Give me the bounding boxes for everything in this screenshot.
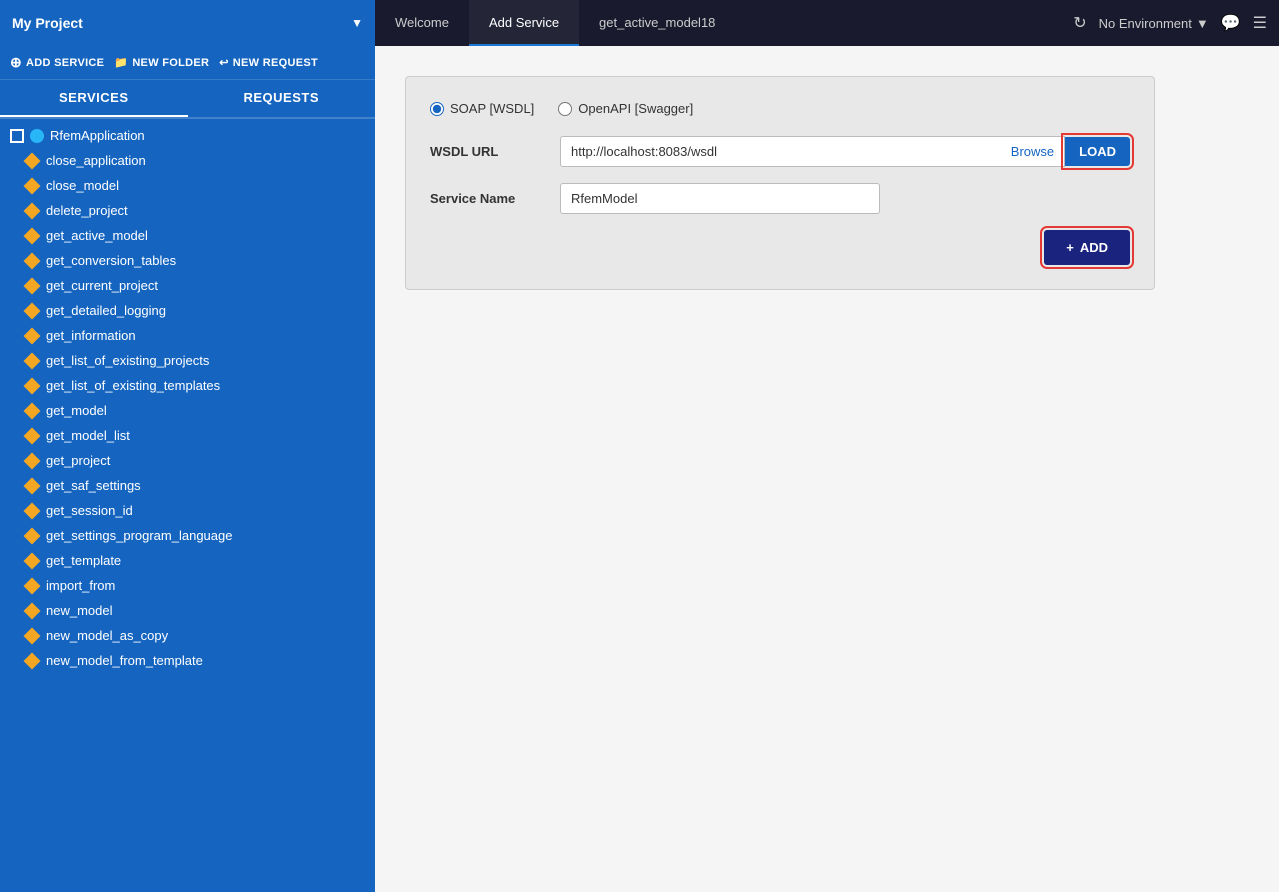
soap-radio-option[interactable]: SOAP [WSDL] — [430, 101, 534, 116]
environment-selector[interactable]: No Environment ▼ — [1099, 16, 1209, 31]
diamond-icon — [24, 202, 41, 219]
diamond-icon — [24, 577, 41, 594]
diamond-icon — [24, 277, 41, 294]
soap-radio-input[interactable] — [430, 102, 444, 116]
top-bar: My Project ▼ Welcome Add Service get_act… — [0, 0, 1279, 46]
add-button-label: ADD — [1080, 240, 1108, 255]
add-service-panel: SOAP [WSDL] OpenAPI [Swagger] WSDL URL B… — [405, 76, 1155, 290]
openapi-radio-option[interactable]: OpenAPI [Swagger] — [558, 101, 693, 116]
wsdl-url-input[interactable] — [561, 137, 1001, 166]
wsdl-url-row: WSDL URL Browse LOAD — [430, 136, 1130, 167]
list-item[interactable]: get_project — [0, 448, 375, 473]
project-chevron-icon: ▼ — [351, 16, 363, 30]
chat-icon[interactable]: 💬 — [1221, 13, 1241, 33]
diamond-icon — [24, 627, 41, 644]
diamond-icon — [24, 352, 41, 369]
openapi-radio-input[interactable] — [558, 102, 572, 116]
list-item[interactable]: import_from — [0, 573, 375, 598]
add-plus-icon: + — [1066, 240, 1074, 255]
content-area: SOAP [WSDL] OpenAPI [Swagger] WSDL URL B… — [375, 46, 1279, 892]
list-item[interactable]: close_model — [0, 173, 375, 198]
diamond-icon — [24, 427, 41, 444]
list-item[interactable]: close_application — [0, 148, 375, 173]
new-folder-icon: 📁 — [114, 56, 128, 69]
top-tabs-area: Welcome Add Service get_active_model18 — [375, 0, 1073, 46]
service-name-label: Service Name — [430, 183, 560, 206]
new-folder-button[interactable]: 📁 NEW FOLDER — [114, 56, 209, 69]
list-item[interactable]: get_model — [0, 398, 375, 423]
list-item[interactable]: new_model_as_copy — [0, 623, 375, 648]
list-item[interactable]: get_saf_settings — [0, 473, 375, 498]
list-item[interactable]: get_active_model — [0, 223, 375, 248]
list-item[interactable]: new_model_from_template — [0, 648, 375, 673]
diamond-icon — [24, 152, 41, 169]
list-item[interactable]: get_model_list — [0, 423, 375, 448]
load-button[interactable]: LOAD — [1065, 137, 1130, 166]
diamond-icon — [24, 452, 41, 469]
sidebar-group-rfem[interactable]: RfemApplication — [0, 123, 375, 148]
diamond-icon — [24, 552, 41, 569]
list-item[interactable]: delete_project — [0, 198, 375, 223]
diamond-icon — [24, 377, 41, 394]
list-item[interactable]: get_list_of_existing_projects — [0, 348, 375, 373]
globe-icon — [30, 129, 44, 143]
menu-icon[interactable]: ☰ — [1253, 13, 1267, 33]
sidebar-tabs: SERVICES REQUESTS — [0, 80, 375, 119]
checkbox-icon — [10, 129, 24, 143]
diamond-icon — [24, 477, 41, 494]
url-input-wrapper: Browse — [560, 136, 1065, 167]
browse-button[interactable]: Browse — [1001, 144, 1064, 159]
tab-add-service[interactable]: Add Service — [469, 0, 579, 46]
tab-get-active-model[interactable]: get_active_model18 — [579, 0, 735, 46]
sidebar-service-list: RfemApplication close_application close_… — [0, 119, 375, 892]
wsdl-url-label: WSDL URL — [430, 136, 560, 159]
list-item[interactable]: get_settings_program_language — [0, 523, 375, 548]
diamond-icon — [24, 527, 41, 544]
service-name-input[interactable] — [560, 183, 880, 214]
diamond-icon — [24, 177, 41, 194]
sidebar-tab-services[interactable]: SERVICES — [0, 80, 188, 117]
service-name-input-area — [560, 183, 1130, 214]
list-item[interactable]: get_information — [0, 323, 375, 348]
new-request-icon: ↩ — [219, 56, 229, 69]
diamond-icon — [24, 602, 41, 619]
sidebar: ⊕ ADD SERVICE 📁 NEW FOLDER ↩ NEW REQUEST… — [0, 46, 375, 892]
add-service-button[interactable]: ⊕ ADD SERVICE — [10, 54, 104, 71]
diamond-icon — [24, 227, 41, 244]
refresh-icon[interactable]: ↻ — [1073, 13, 1086, 33]
diamond-icon — [24, 502, 41, 519]
list-item[interactable]: get_list_of_existing_templates — [0, 373, 375, 398]
env-chevron-icon: ▼ — [1196, 16, 1209, 31]
diamond-icon — [24, 252, 41, 269]
diamond-icon — [24, 652, 41, 669]
main-layout: ⊕ ADD SERVICE 📁 NEW FOLDER ↩ NEW REQUEST… — [0, 46, 1279, 892]
diamond-icon — [24, 302, 41, 319]
diamond-icon — [24, 327, 41, 344]
top-bar-right: ↻ No Environment ▼ 💬 ☰ — [1073, 13, 1279, 33]
service-name-row: Service Name — [430, 183, 1130, 214]
wsdl-url-input-area: Browse LOAD — [560, 136, 1130, 167]
new-request-button[interactable]: ↩ NEW REQUEST — [219, 56, 318, 69]
add-button[interactable]: + ADD — [1044, 230, 1130, 265]
tab-welcome[interactable]: Welcome — [375, 0, 469, 46]
list-item[interactable]: get_detailed_logging — [0, 298, 375, 323]
project-selector[interactable]: My Project ▼ — [0, 0, 375, 46]
list-item[interactable]: get_session_id — [0, 498, 375, 523]
list-item[interactable]: get_current_project — [0, 273, 375, 298]
radio-group: SOAP [WSDL] OpenAPI [Swagger] — [430, 101, 1130, 116]
add-btn-row: + ADD — [430, 230, 1130, 265]
project-name: My Project — [12, 15, 83, 31]
list-item[interactable]: get_template — [0, 548, 375, 573]
list-item[interactable]: new_model — [0, 598, 375, 623]
diamond-icon — [24, 402, 41, 419]
sidebar-toolbar: ⊕ ADD SERVICE 📁 NEW FOLDER ↩ NEW REQUEST — [0, 46, 375, 80]
sidebar-tab-requests[interactable]: REQUESTS — [188, 80, 376, 117]
list-item[interactable]: get_conversion_tables — [0, 248, 375, 273]
add-service-plus-icon: ⊕ — [10, 54, 22, 71]
